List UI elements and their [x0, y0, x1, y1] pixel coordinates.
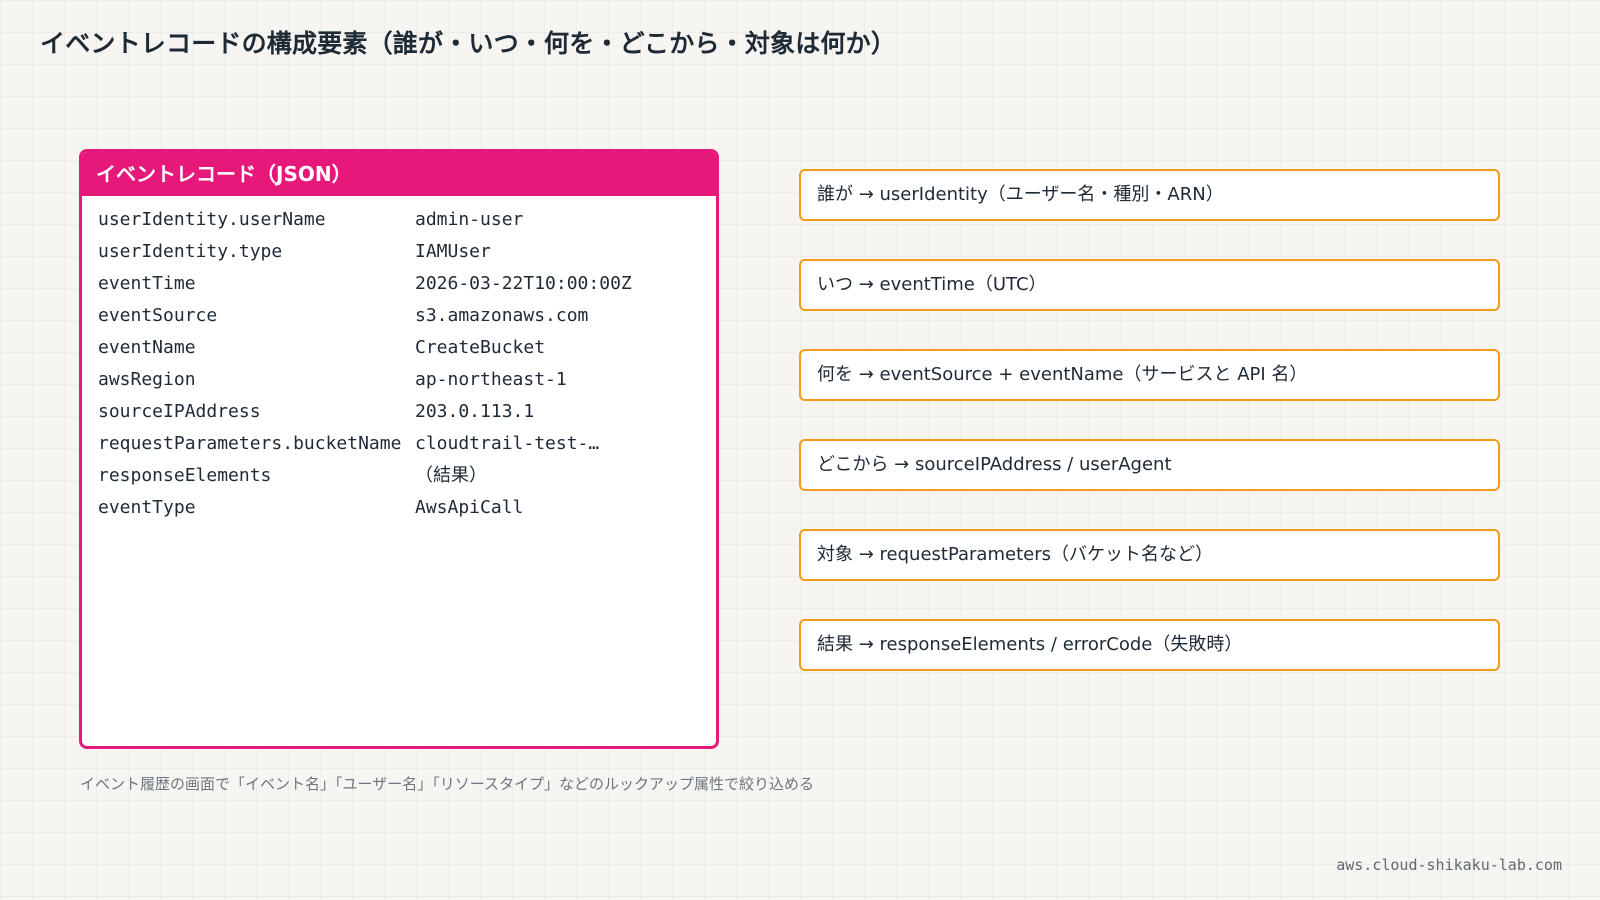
mapping-target: 対象 → requestParameters（バケット名など）: [799, 529, 1500, 581]
page-title: イベントレコードの構成要素（誰が・いつ・何を・どこから・対象は何か）: [40, 29, 897, 58]
json-field-row: eventSource s3.amazonaws.com: [82, 300, 716, 332]
json-field-key: userIdentity.type: [98, 241, 283, 262]
json-field-value: （結果）: [415, 465, 487, 486]
json-field-row: userIdentity.type IAMUser: [82, 236, 716, 268]
json-field-value: 203.0.113.1: [415, 401, 535, 422]
site-url: aws.cloud-shikaku-lab.com: [1336, 856, 1562, 874]
json-panel-header: イベントレコード（JSON）: [82, 152, 716, 196]
json-field-key: eventType: [98, 497, 196, 518]
json-field-value: CreateBucket: [415, 337, 546, 358]
json-field-row: sourceIPAddress 203.0.113.1: [82, 396, 716, 428]
mapping-when: いつ → eventTime（UTC）: [799, 259, 1500, 311]
json-field-value: admin-user: [415, 209, 524, 230]
json-field-row: eventTime 2026-03-22T10:00:00Z: [82, 268, 716, 300]
mapping-where-from: どこから → sourceIPAddress / userAgent: [799, 439, 1500, 491]
json-event-record-panel: イベントレコード（JSON） userIdentity.userName adm…: [79, 149, 719, 749]
json-field-row: eventName CreateBucket: [82, 332, 716, 364]
json-field-key: userIdentity.userName: [98, 209, 326, 230]
json-field-key: awsRegion: [98, 369, 196, 390]
mapping-list: 誰が → userIdentity（ユーザー名・種別・ARN） いつ → eve…: [799, 169, 1500, 709]
json-field-key: responseElements: [98, 465, 272, 486]
json-field-value: IAMUser: [415, 241, 491, 262]
footnote: イベント履歴の画面で「イベント名」「ユーザー名」「リソースタイプ」などのルックア…: [80, 775, 814, 793]
json-field-key: requestParameters.bucketName: [98, 433, 402, 454]
json-field-value: 2026-03-22T10:00:00Z: [415, 273, 632, 294]
json-field-row: userIdentity.userName admin-user: [82, 204, 716, 236]
json-field-row: requestParameters.bucketName cloudtrail-…: [82, 428, 716, 460]
json-field-row: eventType AwsApiCall: [82, 492, 716, 524]
json-field-row: awsRegion ap-northeast-1: [82, 364, 716, 396]
json-field-key: eventName: [98, 337, 196, 358]
json-field-list: userIdentity.userName admin-user userIde…: [82, 196, 716, 524]
json-field-value: cloudtrail-test-…: [415, 433, 600, 454]
json-field-key: sourceIPAddress: [98, 401, 261, 422]
json-field-key: eventSource: [98, 305, 218, 326]
json-field-value: ap-northeast-1: [415, 369, 567, 390]
json-field-value: s3.amazonaws.com: [415, 305, 589, 326]
json-field-key: eventTime: [98, 273, 196, 294]
json-field-row: responseElements （結果）: [82, 460, 716, 492]
mapping-what: 何を → eventSource + eventName（サービスと API 名…: [799, 349, 1500, 401]
json-field-value: AwsApiCall: [415, 497, 524, 518]
mapping-result: 結果 → responseElements / errorCode（失敗時）: [799, 619, 1500, 671]
mapping-who: 誰が → userIdentity（ユーザー名・種別・ARN）: [799, 169, 1500, 221]
